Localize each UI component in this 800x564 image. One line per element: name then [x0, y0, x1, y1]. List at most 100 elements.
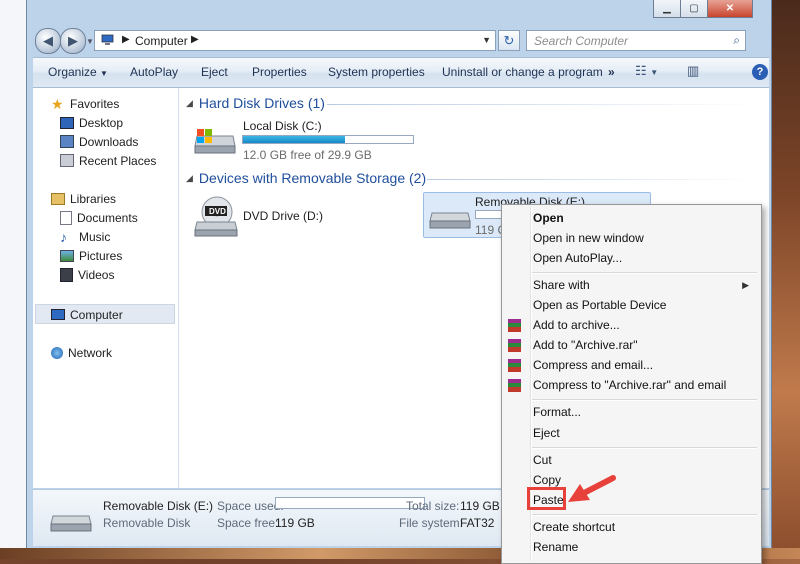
- computer-icon: [51, 309, 65, 320]
- menu-item-open-portable[interactable]: Open as Portable Device: [533, 298, 666, 312]
- forward-button[interactable]: ▶: [60, 28, 86, 54]
- nav-label: Videos: [78, 267, 115, 282]
- libraries-icon: [51, 192, 65, 205]
- menu-item-add-archive[interactable]: Add to archive...: [533, 318, 620, 332]
- menu-item-create-shortcut[interactable]: Create shortcut: [533, 520, 615, 534]
- red-pointer-arrow-icon: [568, 475, 616, 502]
- search-icon[interactable]: ⌕: [733, 33, 740, 48]
- menu-separator: [532, 447, 757, 449]
- desktop-wallpaper: [772, 0, 800, 559]
- properties-button[interactable]: Properties: [252, 65, 307, 79]
- dvd-drive-name[interactable]: DVD Drive (D:): [243, 209, 323, 223]
- forward-arrow-icon: ▶: [68, 33, 78, 48]
- menu-item-share-with[interactable]: Share with: [533, 278, 590, 292]
- desktop-left: [0, 0, 28, 559]
- space-free-value: 119 GB: [275, 516, 315, 530]
- dvd-badge: DVD: [209, 207, 226, 216]
- network-icon: [51, 346, 63, 359]
- menu-item-cut[interactable]: Cut: [533, 453, 552, 467]
- nav-item-libraries[interactable]: Libraries: [51, 190, 116, 207]
- music-icon: ♪: [60, 228, 67, 245]
- nav-label: Downloads: [79, 134, 139, 149]
- collapse-triangle-icon[interactable]: ◢: [186, 173, 193, 184]
- nav-item-documents[interactable]: Documents: [60, 209, 138, 226]
- group-header-hard-disk[interactable]: ◢ Hard Disk Drives (1): [186, 95, 325, 111]
- nav-item-desktop[interactable]: Desktop: [60, 114, 123, 131]
- paste-highlight-box: [527, 487, 566, 510]
- nav-item-downloads[interactable]: Downloads: [60, 133, 138, 150]
- view-options-icon[interactable]: ☷ ▼: [635, 63, 658, 79]
- winrar-icon: [508, 319, 521, 332]
- search-box[interactable]: Search Computer ⌕: [526, 30, 746, 51]
- breadcrumb-computer[interactable]: Computer: [135, 34, 188, 48]
- menu-item-copy[interactable]: Copy: [533, 473, 561, 487]
- nav-item-computer[interactable]: Computer: [51, 306, 123, 323]
- group-title: Hard Disk Drives (1): [198, 95, 325, 111]
- system-properties-button[interactable]: System properties: [328, 65, 425, 79]
- total-size-label: Total size:: [406, 499, 460, 513]
- file-system-label: File system:: [399, 516, 464, 530]
- eject-button[interactable]: Eject: [201, 65, 228, 79]
- details-type: Removable Disk: [103, 516, 191, 530]
- more-commands-button[interactable]: »: [608, 65, 615, 79]
- winrar-icon: [508, 339, 521, 352]
- organize-button[interactable]: Organize ▼: [48, 65, 108, 79]
- nav-label: Recent Places: [79, 153, 157, 168]
- local-disk-usage-fill: [243, 136, 345, 143]
- autoplay-button[interactable]: AutoPlay: [130, 65, 178, 79]
- space-free-label: Space free:: [217, 516, 279, 530]
- menu-item-eject[interactable]: Eject: [533, 426, 560, 440]
- star-icon: ★: [51, 95, 64, 112]
- organize-label: Organize: [48, 65, 97, 79]
- breadcrumb-chevron-icon[interactable]: ▶: [191, 34, 199, 45]
- address-dropdown-icon[interactable]: ▼: [482, 35, 491, 45]
- details-name: Removable Disk (E:): [103, 499, 214, 513]
- menu-item-format[interactable]: Format...: [533, 405, 581, 419]
- collapse-triangle-icon[interactable]: ◢: [186, 98, 193, 109]
- nav-item-recent-places[interactable]: Recent Places: [60, 152, 156, 169]
- menu-item-add-archive-rar[interactable]: Add to "Archive.rar": [533, 338, 638, 352]
- menu-item-rename[interactable]: Rename: [533, 540, 578, 554]
- menu-separator: [532, 514, 757, 516]
- refresh-button[interactable]: ↻: [498, 30, 520, 51]
- menu-item-open-autoplay[interactable]: Open AutoPlay...: [533, 251, 622, 265]
- group-divider: [427, 179, 757, 180]
- removable-disk-icon: [429, 212, 471, 229]
- menu-item-open-new-window[interactable]: Open in new window: [533, 231, 644, 245]
- nav-item-favorites[interactable]: ★ Favorites: [51, 95, 119, 112]
- recent-pages-icon[interactable]: ▼: [86, 37, 94, 46]
- nav-label: Desktop: [79, 115, 124, 130]
- address-bar[interactable]: ▶ Computer ▶ ▼: [94, 30, 496, 51]
- menu-item-compress-email[interactable]: Compress and email...: [533, 358, 653, 372]
- group-divider: [327, 104, 757, 105]
- minimize-button[interactable]: ▁: [653, 0, 681, 18]
- command-bar: Organize ▼ AutoPlay Eject Properties Sys…: [33, 57, 769, 88]
- preview-pane-icon[interactable]: ▥: [687, 63, 699, 79]
- dvd-drive-icon: [194, 196, 238, 237]
- downloads-icon: [60, 135, 74, 148]
- context-menu: Open Open in new window Open AutoPlay...…: [501, 204, 762, 564]
- recent-places-icon: [60, 154, 74, 167]
- close-button[interactable]: ✕: [707, 0, 753, 18]
- menu-item-compress-rar-email[interactable]: Compress to "Archive.rar" and email: [533, 378, 726, 392]
- uninstall-button[interactable]: Uninstall or change a program: [442, 65, 603, 79]
- help-icon[interactable]: ?: [752, 64, 768, 80]
- breadcrumb-chevron-icon[interactable]: ▶: [122, 34, 130, 45]
- refresh-icon: ↻: [503, 32, 515, 48]
- nav-item-music[interactable]: ♪ Music: [60, 228, 110, 245]
- back-button[interactable]: ◀: [35, 28, 61, 54]
- nav-item-videos[interactable]: Videos: [60, 266, 114, 283]
- local-disk-usage-bar: [242, 135, 414, 144]
- group-header-removable[interactable]: ◢ Devices with Removable Storage (2): [186, 170, 426, 186]
- local-disk-name[interactable]: Local Disk (C:): [243, 119, 322, 133]
- maximize-button[interactable]: ▢: [680, 0, 708, 18]
- nav-item-pictures[interactable]: Pictures: [60, 247, 122, 264]
- menu-item-open[interactable]: Open: [533, 211, 564, 225]
- nav-label: Computer: [70, 307, 123, 322]
- group-title: Devices with Removable Storage (2): [198, 170, 427, 186]
- nav-label: Pictures: [79, 248, 123, 263]
- nav-label: Documents: [77, 210, 138, 225]
- nav-item-network[interactable]: Network: [51, 344, 112, 361]
- caption-buttons: ▁ ▢ ✕: [653, 0, 753, 18]
- nav-label: Music: [79, 229, 111, 244]
